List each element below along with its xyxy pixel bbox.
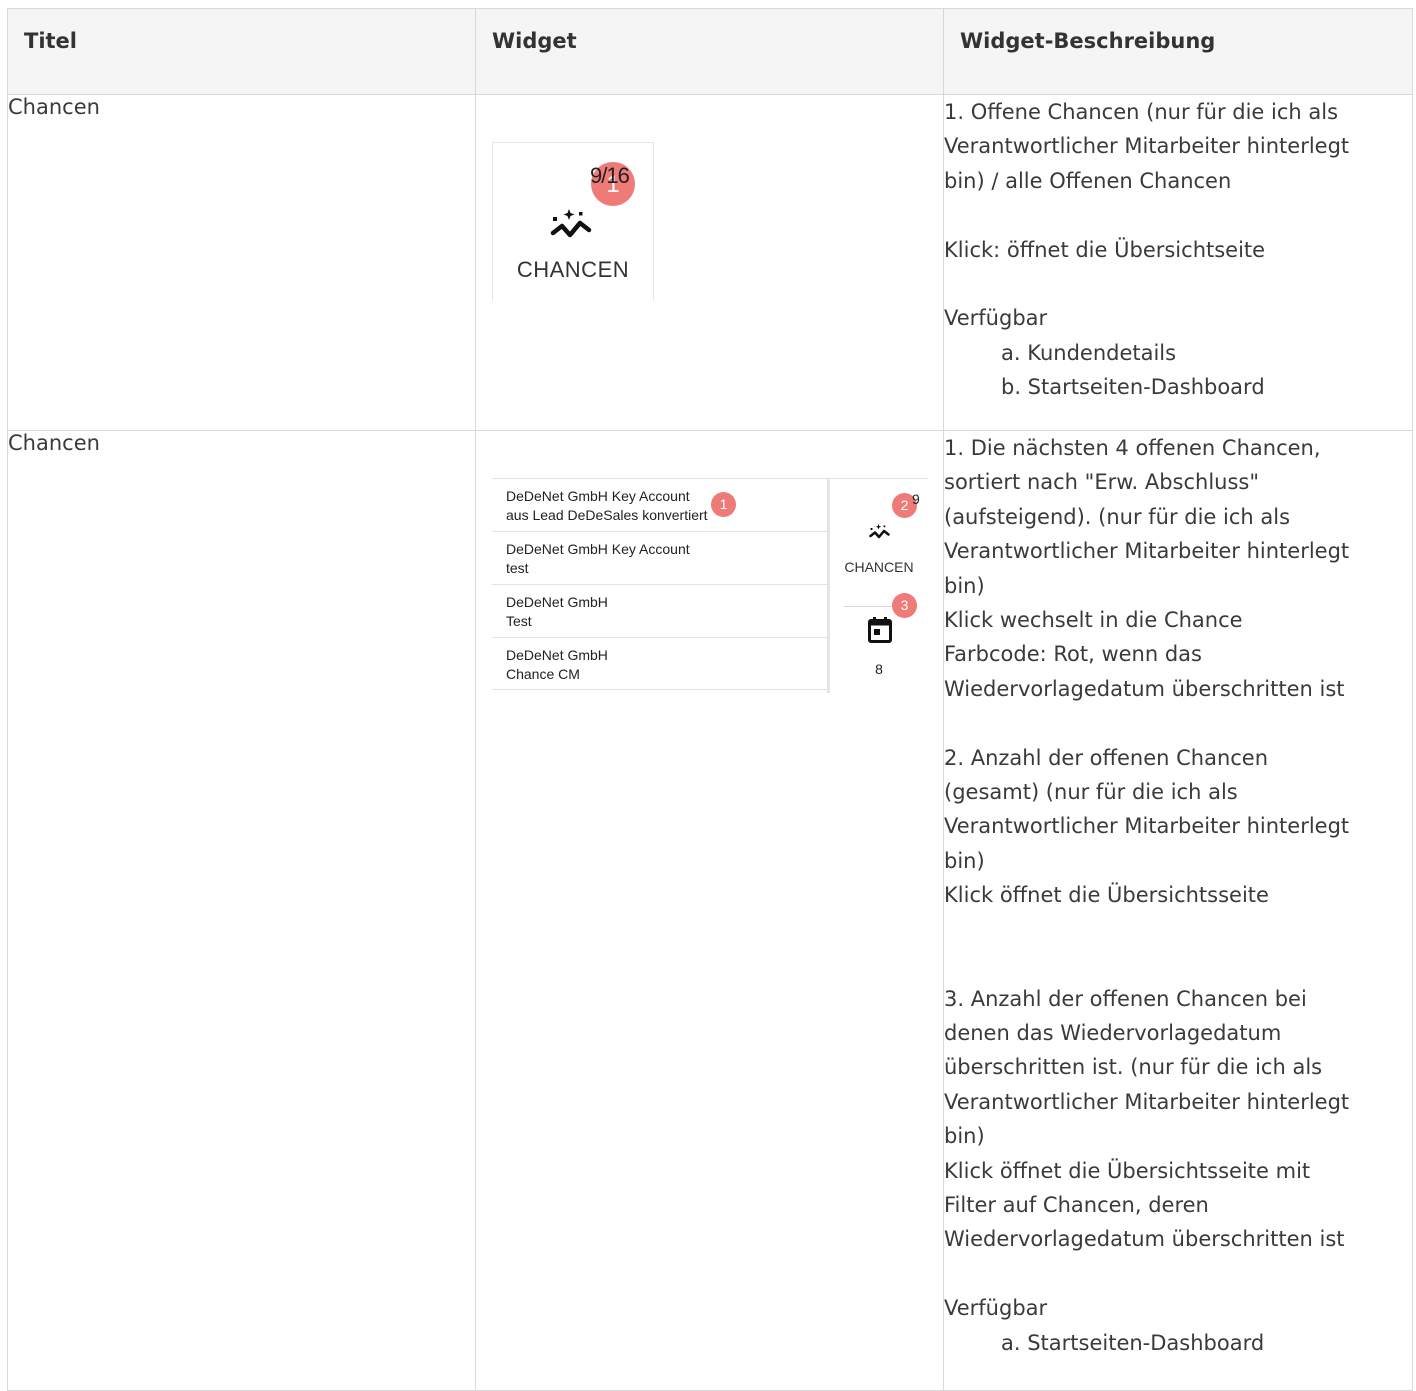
chancen-side-panel: 2 9 CHANCEN 3 8: [830, 478, 928, 693]
desc-sub-item: a. Kundendetails: [1001, 340, 1177, 365]
desc-line: [944, 706, 1412, 740]
desc-line: (aufsteigend). (nur für die ich als: [944, 504, 1291, 529]
desc-line: (gesamt) (nur für die ich als: [944, 780, 1238, 805]
list-item-name: Chance CM: [506, 666, 580, 682]
widget-cell: DeDeNet GmbH Key Account aus Lead DeDeSa…: [475, 430, 944, 1391]
list-item-name: test: [506, 560, 529, 576]
chancen-counter-widget[interactable]: 1 9/16 CHANCEN: [492, 142, 654, 301]
callout-badge-3: 3: [892, 593, 917, 618]
table-row: Chancen 1 9/16 CHANCEN 1. Offene Chancen…: [7, 94, 1413, 431]
desc-line: 1. Die nächsten 4 offenen Chancen,: [944, 436, 1321, 460]
widget-description: 1. Offene Chancen (nur für die ich als V…: [943, 94, 1413, 431]
row-title: Chancen: [7, 94, 476, 431]
desc-line: Klick öffnet die Übersichtsseite mit: [944, 1158, 1311, 1183]
list-item-account: DeDeNet GmbH Key Account: [506, 541, 690, 557]
desc-line: denen das Wiedervorlagedatum: [944, 1020, 1282, 1045]
sparkle-trend-icon: [550, 209, 592, 238]
list-item[interactable]: DeDeNet GmbH Key Account test: [492, 531, 828, 584]
chancen-list-widget: DeDeNet GmbH Key Account aus Lead DeDeSa…: [492, 478, 928, 694]
desc-line: 1. Offene Chancen (nur für die ich als: [944, 100, 1339, 124]
header-titel: Titel: [7, 8, 476, 95]
desc-line: Wiedervorlagedatum überschritten ist: [944, 1227, 1345, 1252]
callout-badge-1: 1: [711, 492, 736, 517]
widget-documentation-table: Titel Widget Widget-Beschreibung Chancen…: [7, 8, 1413, 1391]
desc-line: Verantwortlicher Mitarbeiter hinterlegt: [944, 1089, 1350, 1114]
header-widget: Widget: [475, 8, 944, 95]
sparkle-trend-icon[interactable]: [868, 523, 892, 543]
desc-line: bin): [944, 573, 985, 598]
desc-line: Verantwortlicher Mitarbeiter hinterlegt: [944, 539, 1350, 564]
chancen-label: CHANCEN: [844, 559, 914, 575]
list-item-account: DeDeNet GmbH Key Account: [506, 488, 690, 504]
desc-line: Klick öffnet die Übersichtsseite: [944, 883, 1269, 908]
list-item-name: Test: [506, 613, 532, 629]
calendar-event-icon[interactable]: [868, 617, 892, 643]
desc-line: bin) / alle Offenen Chancen: [944, 168, 1232, 193]
desc-line: sortiert nach "Erw. Abschluss": [944, 470, 1259, 495]
desc-line: Verantwortlicher Mitarbeiter hinterlegt: [944, 134, 1350, 159]
desc-line: überschritten ist. (nur für die ich als: [944, 1055, 1323, 1080]
desc-line: Klick: öffnet die Übersichtseite: [944, 237, 1266, 262]
desc-line: [944, 267, 1412, 301]
overdue-count: 8: [875, 661, 883, 677]
desc-line: Verfügbar: [944, 1296, 1048, 1321]
chancen-label: CHANCEN: [516, 257, 630, 282]
widget-description: 1. Die nächsten 4 offenen Chancen, sorti…: [943, 430, 1413, 1391]
desc-line: Wiedervorlagedatum überschritten ist: [944, 676, 1345, 701]
desc-line: [944, 913, 1412, 947]
table-row: Chancen DeDeNet GmbH Key Account aus Lea…: [7, 430, 1413, 1391]
desc-sub-item: b. Startseiten-Dashboard: [1001, 375, 1265, 400]
desc-line: [944, 1257, 1412, 1291]
desc-line: [944, 198, 1412, 232]
list-item-name: aus Lead DeDeSales konvertiert: [506, 507, 708, 523]
list-item-account: DeDeNet GmbH: [506, 647, 608, 663]
desc-line: 3. Anzahl der offenen Chancen bei: [944, 986, 1307, 1011]
widget-cell: 1 9/16 CHANCEN: [475, 94, 944, 431]
chancen-list: DeDeNet GmbH Key Account aus Lead DeDeSa…: [492, 478, 828, 690]
header-widget-beschreibung: Widget-Beschreibung: [943, 8, 1413, 95]
chancen-count: 9/16: [590, 163, 630, 188]
list-item[interactable]: DeDeNet GmbH Key Account aus Lead DeDeSa…: [492, 478, 828, 531]
row-title: Chancen: [7, 430, 476, 1391]
table-header-row: Titel Widget Widget-Beschreibung: [7, 8, 1413, 95]
desc-line: bin): [944, 848, 985, 873]
desc-line: Klick wechselt in die Chance: [944, 608, 1243, 633]
chancen-total-count: 9: [912, 491, 920, 507]
desc-line: Filter auf Chancen, deren: [944, 1192, 1209, 1217]
desc-line: Farbcode: Rot, wenn das: [944, 642, 1202, 667]
list-item[interactable]: DeDeNet GmbH Chance CM: [492, 637, 828, 690]
desc-line: 2. Anzahl der offenen Chancen: [944, 745, 1269, 770]
desc-line: Verantwortlicher Mitarbeiter hinterlegt: [944, 814, 1350, 839]
desc-line: Verfügbar: [944, 306, 1048, 331]
list-item[interactable]: DeDeNet GmbH Test: [492, 584, 828, 637]
desc-line: [944, 947, 1412, 981]
list-item-account: DeDeNet GmbH: [506, 594, 608, 610]
desc-sub-item: a. Startseiten-Dashboard: [1001, 1330, 1265, 1355]
desc-line: bin): [944, 1124, 985, 1149]
